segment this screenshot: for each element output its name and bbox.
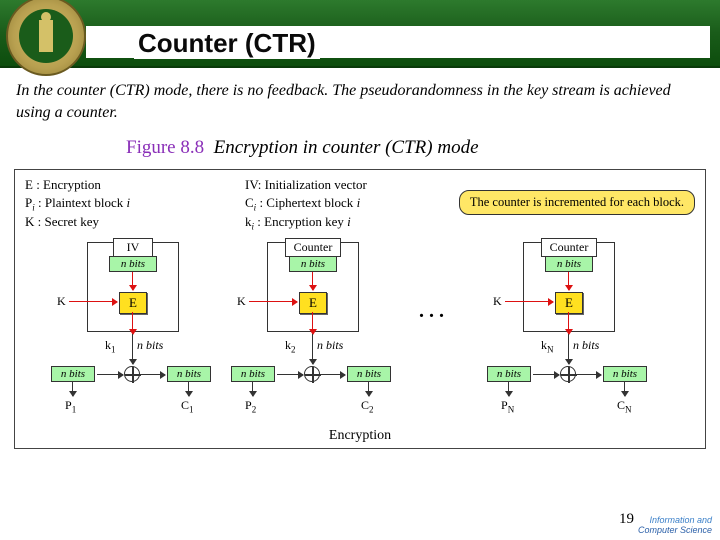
nbits-2: n bits	[289, 256, 337, 272]
xor-1	[124, 366, 140, 382]
encryption-label: Encryption	[329, 428, 391, 444]
legend-IV: IV: Initialization vector	[245, 176, 367, 194]
arrow-k-1	[69, 301, 117, 302]
nbits-pn: n bits	[487, 366, 531, 382]
footer-logo: Information and Computer Science	[638, 516, 712, 536]
c1-label: C1	[181, 398, 194, 414]
figure-title: Figure 8.8 Encryption in counter (CTR) m…	[126, 137, 704, 159]
arrow-p2-down	[252, 382, 253, 396]
nbits-k1: n bits	[137, 338, 163, 353]
k-label-2: K	[237, 294, 246, 309]
arrow-p1-down	[72, 382, 73, 396]
header-bar: Counter (CTR)	[0, 0, 720, 68]
legend-left: E : Encryption Pi : Plaintext block i K …	[25, 176, 130, 231]
arrow-k2-xor	[312, 334, 313, 364]
intro-text: In the counter (CTR) mode, there is no f…	[16, 80, 704, 123]
pn-label: PN	[501, 398, 514, 414]
nbits-c2: n bits	[347, 366, 391, 382]
arrow-ctr2-e	[312, 272, 313, 290]
nbits-n: n bits	[545, 256, 593, 272]
legend-Ci: Ci : Ciphertext block i	[245, 194, 367, 214]
slide-title: Counter (CTR)	[134, 28, 320, 59]
arrow-c1-down	[188, 382, 189, 396]
arrow-c1	[141, 374, 165, 375]
arrow-p2	[277, 374, 303, 375]
cn-label: CN	[617, 398, 632, 414]
nbits-cn: n bits	[603, 366, 647, 382]
c2-label: C2	[361, 398, 374, 414]
arrow-e-kn	[568, 312, 569, 334]
arrow-p1	[97, 374, 123, 375]
arrow-pn	[533, 374, 559, 375]
arrow-k-2	[249, 301, 297, 302]
slide-content: In the counter (CTR) mode, there is no f…	[0, 68, 720, 159]
figure-caption: Encryption in counter (CTR) mode	[214, 137, 479, 158]
arrow-iv-e	[132, 272, 133, 290]
arrow-kn-xor	[568, 334, 569, 364]
k1-label: k1	[105, 338, 116, 354]
e-box-n: E	[555, 292, 583, 314]
k-label-n: K	[493, 294, 502, 309]
ctr-label-n: Counter	[541, 238, 597, 257]
e-box-1: E	[119, 292, 147, 314]
arrow-ctrn-e	[568, 272, 569, 290]
p2-label: P2	[245, 398, 256, 414]
arrow-e-k1	[132, 312, 133, 334]
k2-label: k2	[285, 338, 296, 354]
e-box-2: E	[299, 292, 327, 314]
legend-K: K : Secret key	[25, 213, 130, 231]
figure-number: Figure 8.8	[126, 137, 204, 158]
arrow-cn	[577, 374, 601, 375]
university-logo	[6, 0, 86, 76]
legend-E: E : Encryption	[25, 176, 130, 194]
nbits-kn: n bits	[573, 338, 599, 353]
arrow-c2-down	[368, 382, 369, 396]
k-label-1: K	[57, 294, 66, 309]
note-box: The counter is incremented for each bloc…	[459, 190, 695, 215]
arrow-c2	[321, 374, 345, 375]
xor-2	[304, 366, 320, 382]
nbits-p2: n bits	[231, 366, 275, 382]
nbits-p1: n bits	[51, 366, 95, 382]
arrow-k-n	[505, 301, 553, 302]
kn-label: kN	[541, 338, 554, 354]
ctr-diagram: E : Encryption Pi : Plaintext block i K …	[14, 169, 706, 449]
nbits-k2: n bits	[317, 338, 343, 353]
arrow-pn-down	[508, 382, 509, 396]
ellipsis: . . .	[419, 300, 444, 323]
arrow-e-k2	[312, 312, 313, 334]
xor-n	[560, 366, 576, 382]
legend-ki: ki : Encryption key i	[245, 213, 367, 233]
p1-label: P1	[65, 398, 76, 414]
iv-label: IV	[113, 238, 153, 257]
page-number: 19	[619, 511, 634, 528]
arrow-k1-xor	[132, 334, 133, 364]
legend-Pi: Pi : Plaintext block i	[25, 194, 130, 214]
ctr-label-2: Counter	[285, 238, 341, 257]
legend-right: IV: Initialization vector Ci : Ciphertex…	[245, 176, 367, 233]
nbits-c1: n bits	[167, 366, 211, 382]
arrow-cn-down	[624, 382, 625, 396]
nbits-1: n bits	[109, 256, 157, 272]
